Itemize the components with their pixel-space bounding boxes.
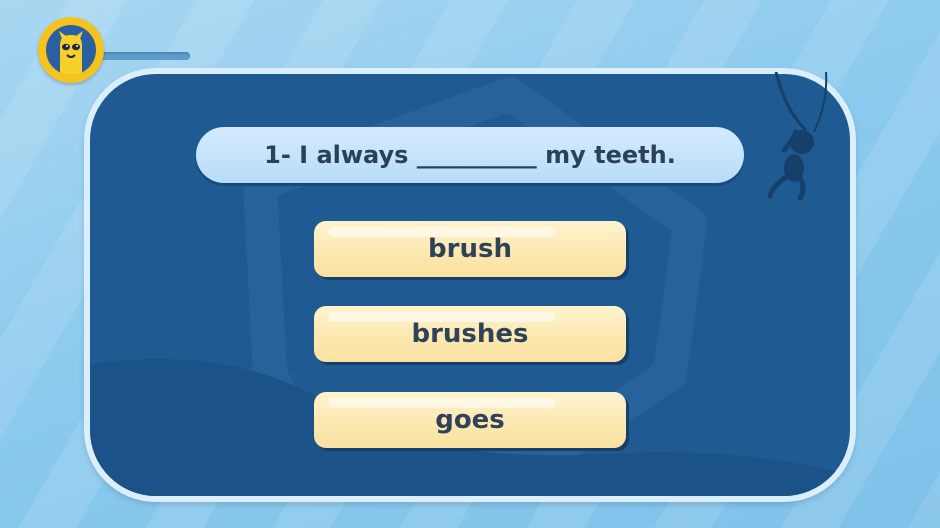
question-text: 1- I always __________ my teeth. <box>196 127 744 183</box>
answer-option-brushes[interactable]: brushes <box>314 306 626 362</box>
answer-label: brush <box>428 234 512 264</box>
player-avatar <box>38 17 104 83</box>
answer-option-goes[interactable]: goes <box>314 392 626 448</box>
progress-bar <box>92 52 190 60</box>
answer-option-brush[interactable]: brush <box>314 221 626 277</box>
yellow-monster-icon <box>46 25 96 75</box>
answer-label: brushes <box>411 319 529 349</box>
hanging-monkey-icon <box>767 72 828 201</box>
answer-label: goes <box>435 405 505 435</box>
